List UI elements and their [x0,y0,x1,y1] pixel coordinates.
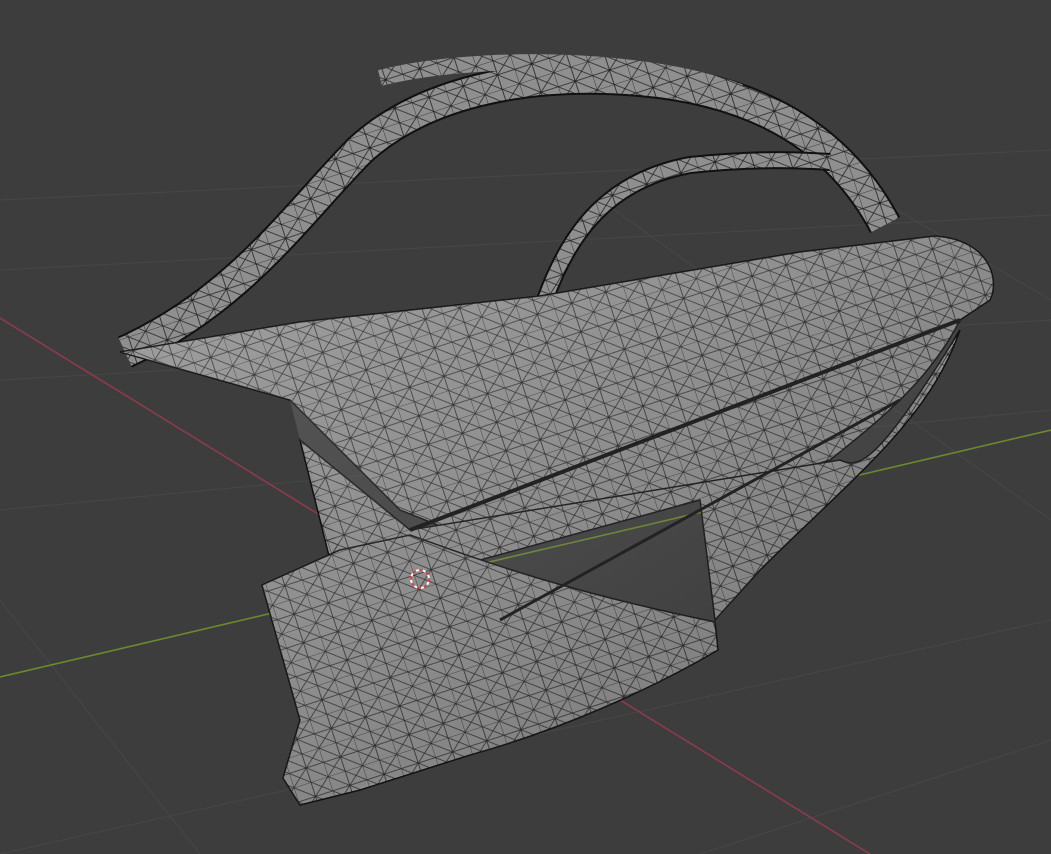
3d-viewport[interactable] [0,0,1051,854]
viewport-canvas[interactable] [0,0,1051,854]
